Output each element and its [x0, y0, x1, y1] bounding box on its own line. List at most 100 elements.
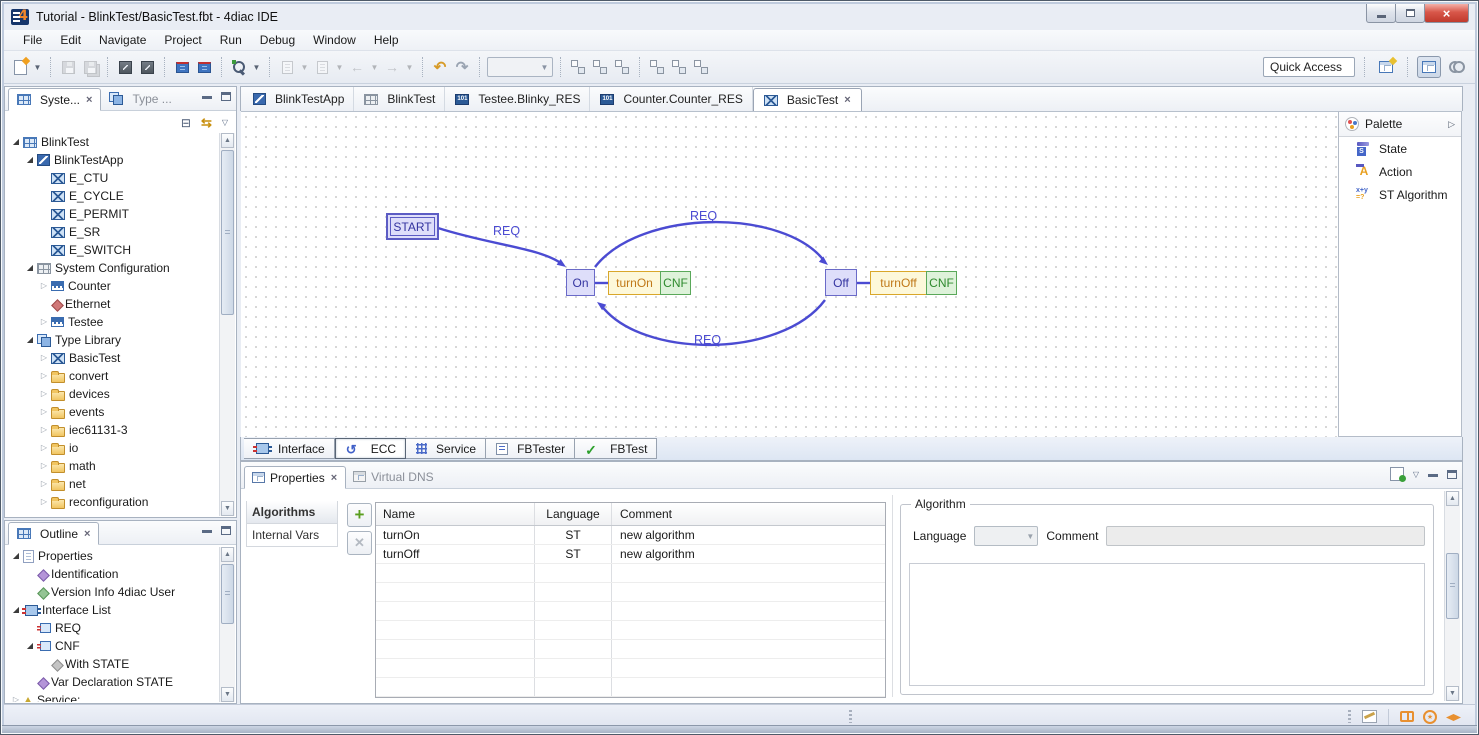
tree-item[interactable]: Counter	[6, 277, 219, 295]
close-tab-icon[interactable]: ×	[330, 472, 338, 484]
help-book-icon[interactable]	[1400, 711, 1414, 722]
zoom-combobox[interactable]: ▼	[487, 57, 553, 77]
transition-event-label[interactable]: REQ	[493, 224, 520, 238]
scroll-down-icon[interactable]: ▼	[221, 687, 234, 702]
tree-item[interactable]: E_SR	[6, 223, 219, 241]
table-header[interactable]: Name Language Comment	[376, 503, 885, 526]
transition-on-off[interactable]	[595, 222, 825, 267]
close-tab-icon[interactable]: ×	[843, 94, 851, 106]
drag-handle[interactable]	[849, 710, 852, 723]
monitor-system-button[interactable]	[137, 56, 157, 78]
palette-item[interactable]: ST Algorithm	[1339, 183, 1461, 206]
transition-event-label[interactable]: REQ	[694, 333, 721, 347]
back-button[interactable]: ←	[347, 56, 367, 78]
tree-item[interactable]: events	[6, 403, 219, 421]
tab-outline[interactable]: Outline ×	[8, 522, 99, 545]
menu-item[interactable]: Edit	[51, 30, 90, 50]
layout-tool-button[interactable]	[568, 56, 588, 78]
transition-event-label[interactable]: REQ	[690, 209, 717, 223]
forward-dropdown[interactable]: ▼	[404, 56, 415, 78]
ecc-action-algorithm-turnon[interactable]: turnOn	[608, 271, 661, 295]
tab-virtual-dns[interactable]: Virtual DNS	[346, 465, 440, 488]
tree-item[interactable]: net	[6, 475, 219, 493]
tree-item[interactable]: BlinkTestApp	[6, 151, 219, 169]
language-combobox-arrow[interactable]: ▼	[1023, 532, 1037, 541]
tree-item[interactable]: Testee	[6, 313, 219, 331]
tree-item[interactable]: System Configuration	[6, 259, 219, 277]
algorithm-comment-cell[interactable]: new algorithm	[612, 545, 885, 563]
close-tab-icon[interactable]: ×	[83, 528, 91, 540]
add-algorithm-button[interactable]: +	[347, 503, 372, 527]
editor-tab[interactable]: Counter.Counter_RES ×	[590, 87, 752, 111]
algorithm-code-editor[interactable]	[909, 563, 1425, 686]
tree-item[interactable]: math	[6, 457, 219, 475]
properties-scrollbar[interactable]: ▲ ▼	[1444, 491, 1460, 701]
language-combobox[interactable]: ▼	[974, 526, 1038, 546]
undo-button[interactable]: ↶	[430, 56, 450, 78]
minimize-window-button[interactable]	[1366, 4, 1396, 23]
tree-item[interactable]: Version Info 4diac User	[6, 583, 219, 601]
drag-handle[interactable]	[1348, 710, 1351, 723]
tree-item[interactable]: CNF	[6, 637, 219, 655]
deploy-button[interactable]	[115, 56, 135, 78]
comment-input[interactable]	[1106, 526, 1425, 546]
last-edit-location-button[interactable]	[277, 56, 297, 78]
whats-new-icon[interactable]: ★	[1423, 710, 1437, 724]
properties-section-tab[interactable]: Internal Vars	[246, 524, 338, 547]
editor-tab[interactable]: BlinkTest ×	[354, 87, 445, 111]
view-menu-icon[interactable]: ▽	[1413, 470, 1419, 479]
menu-item[interactable]: Navigate	[90, 30, 155, 50]
tree-item[interactable]: Properties	[6, 547, 219, 565]
ecc-state-off[interactable]: Off	[825, 269, 857, 296]
debug-perspective-button[interactable]	[1445, 56, 1469, 78]
scroll-down-icon[interactable]: ▼	[1446, 686, 1459, 701]
maximize-view-icon[interactable]	[1447, 470, 1457, 479]
minimize-view-icon[interactable]	[202, 94, 212, 99]
tree-item[interactable]: BlinkTest	[6, 133, 219, 151]
scroll-up-icon[interactable]: ▲	[1446, 491, 1459, 506]
ecc-state-start[interactable]: START	[386, 213, 439, 240]
title-bar[interactable]: Tutorial - BlinkTest/BasicTest.fbt - 4di…	[5, 3, 1474, 30]
tree-item[interactable]: E_PERMIT	[6, 205, 219, 223]
menu-item[interactable]: Help	[365, 30, 408, 50]
editor-page-tab[interactable]: FBTest	[575, 438, 657, 459]
tree-item[interactable]: Service:	[6, 691, 219, 702]
editor-page-tab[interactable]: Service	[406, 438, 486, 459]
tree-item[interactable]: reconfiguration	[6, 493, 219, 511]
expand-arrow-icon[interactable]	[24, 264, 36, 272]
save-all-button[interactable]	[80, 56, 100, 78]
view-menu-icon[interactable]: ▽	[222, 118, 228, 127]
new-fb-type-button[interactable]	[172, 56, 192, 78]
quick-access-input[interactable]: Quick Access	[1263, 57, 1355, 77]
expand-arrow-icon[interactable]	[38, 372, 50, 380]
palette-item[interactable]: Action	[1339, 160, 1461, 183]
tree-item[interactable]: convert	[6, 367, 219, 385]
maximize-window-button[interactable]	[1395, 4, 1425, 23]
algorithm-language-cell[interactable]: ST	[535, 545, 612, 563]
scroll-up-icon[interactable]: ▲	[221, 547, 234, 562]
properties-section-tab[interactable]: Algorithms	[246, 501, 338, 524]
expand-arrow-icon[interactable]	[24, 336, 36, 344]
maximize-view-icon[interactable]	[221, 92, 231, 101]
expand-arrow-icon[interactable]	[10, 606, 22, 614]
minimize-view-icon[interactable]	[1428, 472, 1438, 477]
layout-tool-button[interactable]	[691, 56, 711, 78]
new-adapter-type-button[interactable]	[194, 56, 214, 78]
tree-item[interactable]: E_SWITCH	[6, 241, 219, 259]
expand-arrow-icon[interactable]	[10, 696, 22, 702]
editor-tab[interactable]: BlinkTestApp ×	[243, 87, 354, 111]
close-tab-icon[interactable]: ×	[85, 94, 93, 106]
tree-item[interactable]: Interface List	[6, 601, 219, 619]
collapse-all-icon[interactable]: ⊟	[181, 116, 191, 130]
forward-button[interactable]: →	[382, 56, 402, 78]
expand-arrow-icon[interactable]	[38, 408, 50, 416]
tree-item[interactable]: Ethernet	[6, 295, 219, 313]
layout-tool-button[interactable]	[647, 56, 667, 78]
menu-item[interactable]: Window	[304, 30, 365, 50]
collapse-palette-icon[interactable]: ▷	[1448, 119, 1455, 130]
algorithm-comment-cell[interactable]: new algorithm	[612, 526, 885, 544]
table-row[interactable]: turnOff ST new algorithm	[376, 545, 885, 564]
expand-arrow-icon[interactable]	[38, 480, 50, 488]
back-dropdown[interactable]: ▼	[369, 56, 380, 78]
tree-item[interactable]: With STATE	[6, 655, 219, 673]
